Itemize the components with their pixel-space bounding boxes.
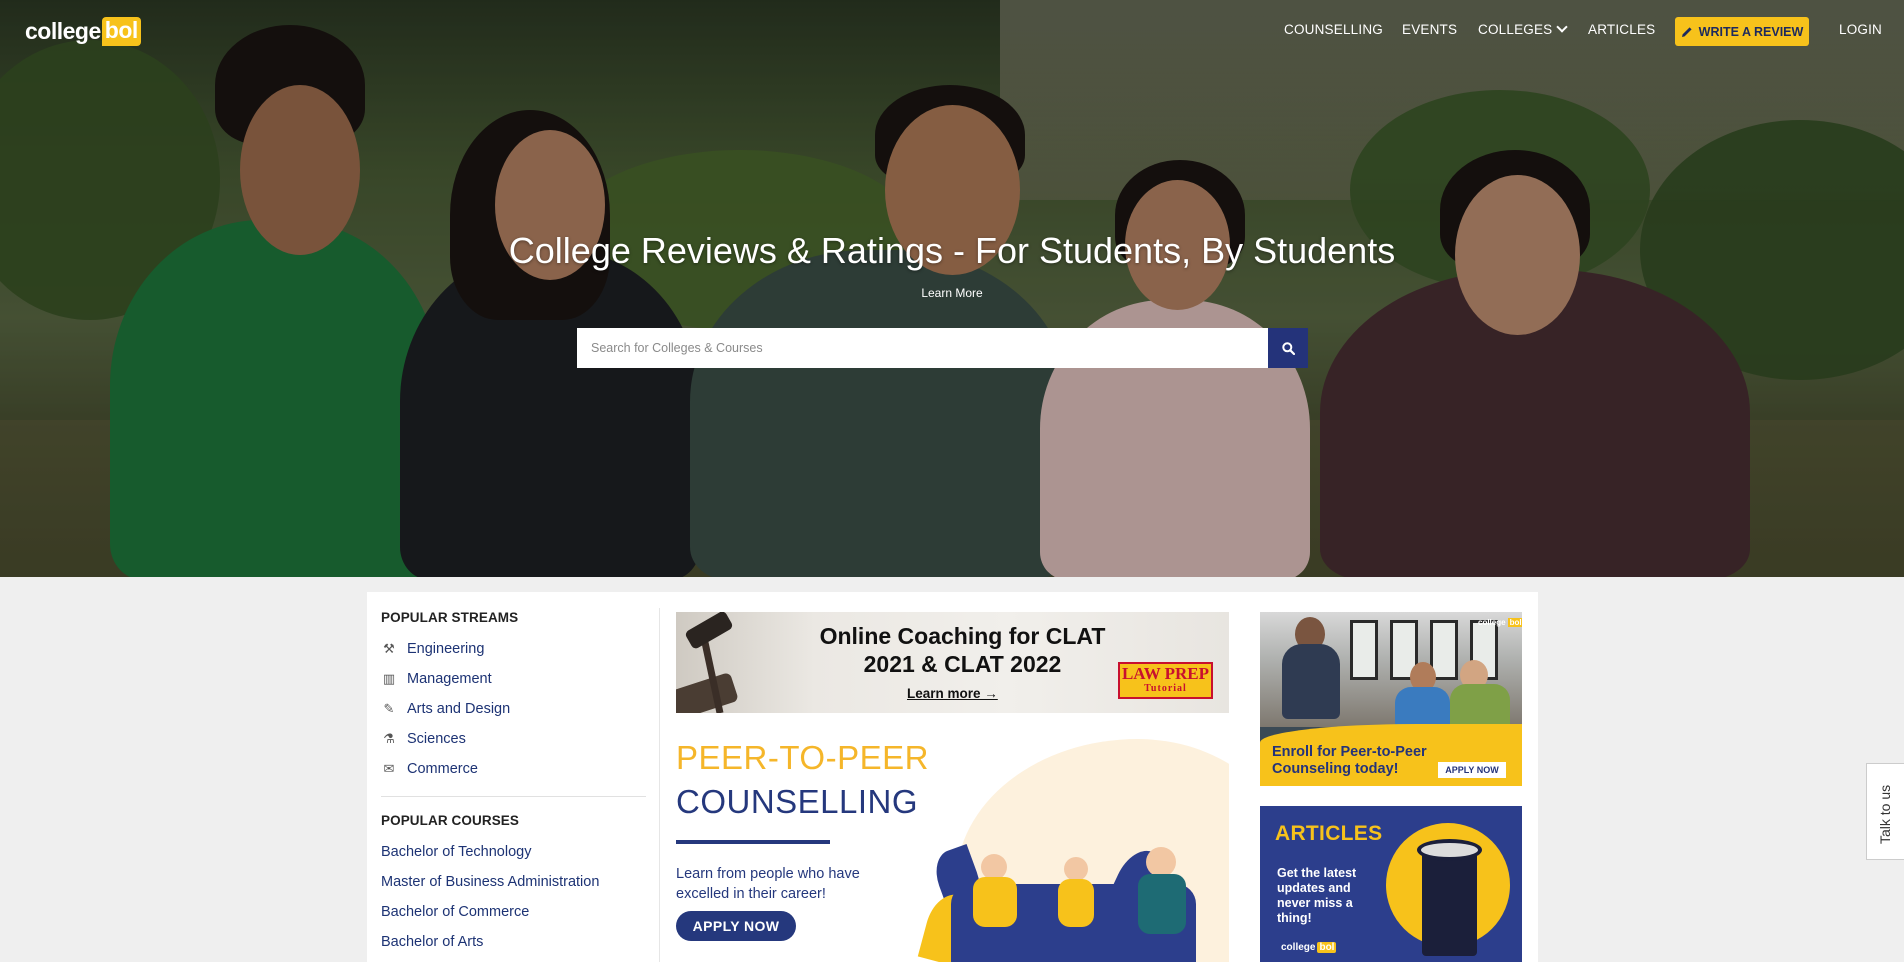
- clat-learn-more-link[interactable]: Learn more →: [907, 686, 998, 701]
- nav-colleges[interactable]: COLLEGES: [1478, 21, 1569, 37]
- search-input[interactable]: [577, 328, 1268, 368]
- write-review-button[interactable]: WRITE A REVIEW: [1675, 17, 1809, 46]
- logo[interactable]: college bol: [25, 16, 141, 46]
- stream-label: Commerce: [407, 761, 478, 777]
- enroll-text: Enroll for Peer-to-Peer Counseling today…: [1272, 744, 1427, 778]
- stream-arts-and-design[interactable]: ✎ Arts and Design: [381, 694, 646, 724]
- login-link[interactable]: LOGIN: [1839, 22, 1882, 37]
- law-prep-logo-text: LAW PREP: [1121, 664, 1210, 683]
- person-illustration: [973, 877, 1017, 927]
- management-icon: ▥: [382, 671, 396, 686]
- stream-label: Arts and Design: [407, 701, 511, 717]
- stream-management[interactable]: ▥ Management: [381, 664, 646, 694]
- nav-counselling[interactable]: COUNSELLING: [1284, 22, 1383, 37]
- write-review-label: WRITE A REVIEW: [1698, 24, 1804, 39]
- peer-counselling-banner[interactable]: PEER-TO-PEER COUNSELLING Learn from peop…: [676, 729, 1229, 962]
- clat-headline-line1: Online Coaching for CLAT: [819, 623, 1106, 649]
- person-illustration: [1138, 874, 1186, 934]
- enroll-banner[interactable]: college bol Enroll for Peer-to-Peer Couns…: [1260, 612, 1522, 786]
- enroll-photo-person: [1450, 684, 1510, 728]
- enroll-logo-text-college: college: [1478, 618, 1506, 627]
- articles-logo: college bol: [1279, 942, 1337, 953]
- sciences-icon: ⚗: [383, 731, 395, 746]
- peer-heading-line2: COUNSELLING: [676, 783, 919, 820]
- chevron-down-icon: [1556, 21, 1569, 33]
- person-illustration: [1058, 879, 1094, 927]
- course-mba[interactable]: Master of Business Administration: [381, 867, 646, 897]
- stream-label: Engineering: [407, 641, 485, 657]
- enroll-logo: college bol: [1476, 618, 1522, 627]
- articles-logo-text-college: college: [1281, 942, 1316, 953]
- stream-label: Management: [407, 671, 492, 687]
- articles-text: Get the latest updates and never miss a …: [1277, 866, 1357, 925]
- column-divider: [659, 608, 660, 962]
- articles-logo-text-bol: bol: [1317, 942, 1337, 953]
- newspaper-icon: [1417, 839, 1482, 861]
- enroll-photo-person: [1395, 687, 1450, 727]
- logo-text-college: college: [25, 17, 101, 44]
- articles-banner[interactable]: ARTICLES Get the latest updates and neve…: [1260, 806, 1522, 962]
- nav-articles[interactable]: ARTICLES: [1588, 22, 1655, 37]
- law-prep-logo: LAW PREP Tutorial: [1118, 662, 1213, 699]
- arts-icon: ✎: [383, 701, 395, 716]
- peer-underline: [676, 840, 830, 844]
- hero-banner: College Reviews & Ratings - For Students…: [0, 0, 1904, 577]
- enroll-logo-text-bol: bol: [1507, 618, 1522, 627]
- search-icon: [1281, 341, 1295, 355]
- engineering-icon: ⚒: [383, 641, 395, 656]
- learn-more-link[interactable]: Learn More: [0, 286, 1904, 300]
- peer-description: Learn from people who have excelled in t…: [676, 866, 860, 902]
- enroll-photo-person: [1282, 644, 1340, 719]
- peer-heading-line1: PEER-TO-PEER: [676, 739, 929, 776]
- stream-engineering[interactable]: ⚒ Engineering: [381, 634, 646, 664]
- peer-apply-button[interactable]: APPLY NOW: [676, 911, 796, 941]
- sidebar: POPULAR STREAMS ⚒ Engineering ▥ Manageme…: [381, 610, 646, 957]
- talk-to-us-label: Talk to us: [1877, 784, 1893, 844]
- popular-courses-heading: POPULAR COURSES: [381, 813, 520, 828]
- enroll-text-line2: Counseling today!: [1272, 761, 1399, 777]
- pencil-icon: [1681, 26, 1692, 37]
- gavel-image: [676, 671, 739, 713]
- commerce-icon: ✉: [383, 761, 395, 776]
- enroll-photo: [1350, 620, 1378, 680]
- nav-events[interactable]: EVENTS: [1402, 22, 1457, 37]
- search-button[interactable]: [1268, 328, 1308, 368]
- person-illustration: [1146, 847, 1176, 877]
- talk-to-us-tab[interactable]: Talk to us: [1866, 763, 1904, 860]
- law-prep-logo-subtext: Tutorial: [1144, 683, 1187, 694]
- person-illustration: [1064, 857, 1088, 881]
- logo-text-bol: bol: [101, 16, 141, 46]
- stream-label: Sciences: [407, 731, 466, 747]
- course-btech[interactable]: Bachelor of Technology: [381, 837, 646, 867]
- articles-heading: ARTICLES: [1275, 822, 1383, 845]
- course-ba[interactable]: Bachelor of Arts: [381, 927, 646, 957]
- nav-colleges-label: COLLEGES: [1478, 22, 1553, 37]
- popular-streams-heading: POPULAR STREAMS: [381, 610, 519, 625]
- enroll-apply-button[interactable]: APPLY NOW: [1438, 762, 1506, 778]
- sidebar-divider: [381, 796, 646, 797]
- course-bcom[interactable]: Bachelor of Commerce: [381, 897, 646, 927]
- hero-title: College Reviews & Ratings - For Students…: [508, 230, 1396, 271]
- top-nav: college bol COUNSELLING EVENTS COLLEGES …: [0, 0, 1904, 62]
- stream-commerce[interactable]: ✉ Commerce: [381, 754, 646, 784]
- stream-sciences[interactable]: ⚗ Sciences: [381, 724, 646, 754]
- newspaper-icon: [1422, 846, 1477, 956]
- clat-banner[interactable]: Online Coaching for CLAT 2021 & CLAT 202…: [676, 612, 1229, 713]
- enroll-text-line1: Enroll for Peer-to-Peer: [1272, 744, 1427, 760]
